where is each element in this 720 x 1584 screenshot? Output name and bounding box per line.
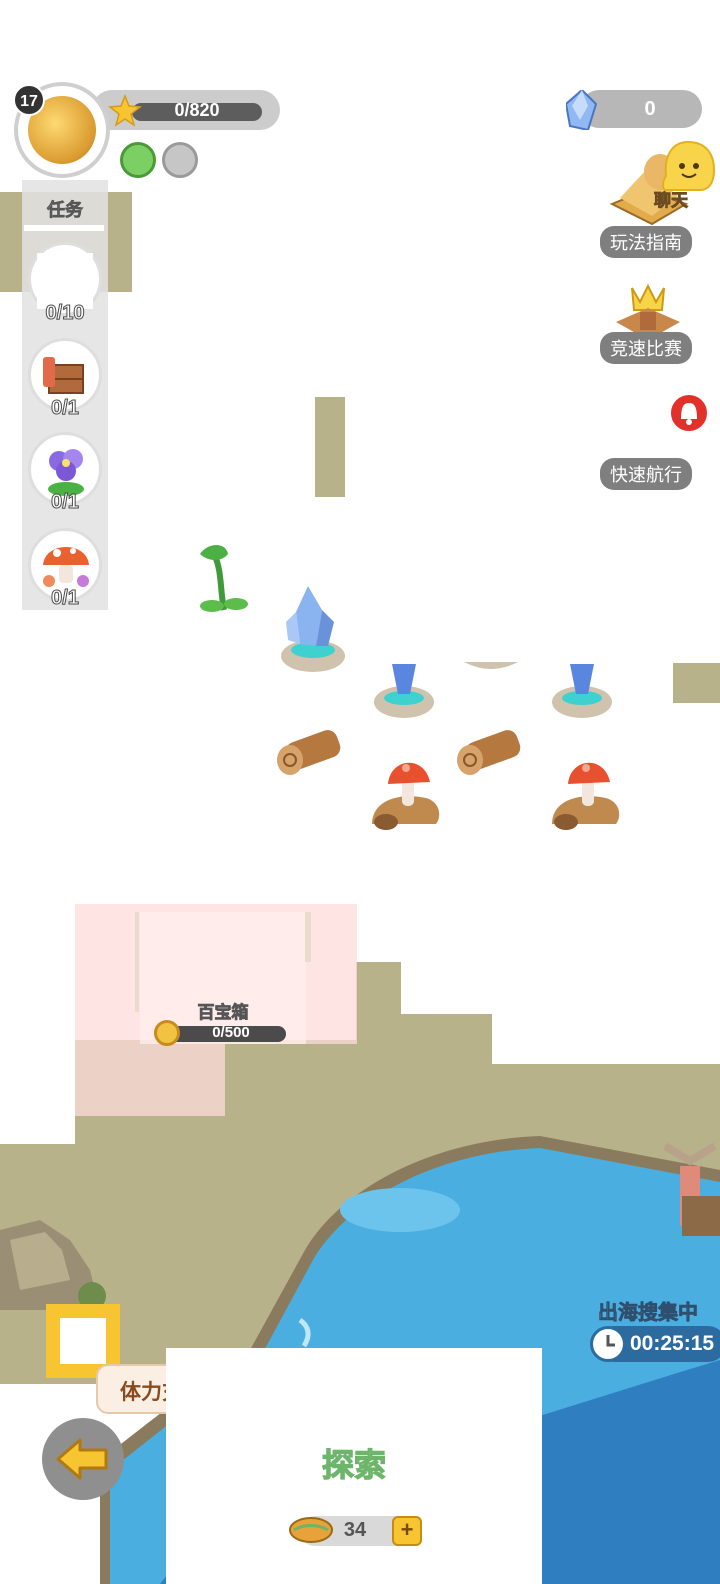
- green-buff-icon[interactable]: [120, 142, 156, 178]
- terrain-strip: [315, 397, 345, 497]
- clock-icon: [590, 1326, 626, 1362]
- treasure-progress-text: 0/500: [212, 1024, 250, 1041]
- gem-count: 0: [644, 98, 656, 120]
- terrain-right-patch: [673, 663, 720, 703]
- treasure-zone-lower: [75, 1044, 225, 1116]
- stone-base-icon: [464, 662, 518, 669]
- arrow-left-icon: [56, 1438, 108, 1480]
- fast-sail-label[interactable]: 快速航行: [600, 458, 692, 490]
- treasure-zone-post: [135, 912, 139, 1012]
- chat-label[interactable]: 聊天: [654, 186, 689, 211]
- add-energy-button[interactable]: +: [392, 1516, 422, 1546]
- task-count: 0/1: [51, 491, 80, 514]
- task-count: 0/10: [45, 302, 85, 325]
- task-title-underline: [24, 225, 104, 231]
- log-icon[interactable]: [452, 726, 524, 778]
- star-icon: [108, 94, 142, 127]
- explore-button[interactable]: 探索: [166, 1440, 542, 1486]
- sprout-plant-icon[interactable]: [194, 540, 254, 616]
- crystal-small-icon[interactable]: [372, 664, 436, 722]
- race-label[interactable]: 竞速比赛: [600, 332, 692, 364]
- treasure-zone-post: [305, 912, 311, 962]
- leaf-energy-icon: [289, 1517, 333, 1543]
- gray-buff-icon[interactable]: [162, 142, 198, 178]
- blank-task-icon: [37, 253, 93, 309]
- wood-crate-icon: [43, 357, 84, 394]
- dock-post-icon: [662, 1142, 720, 1236]
- coin-icon: [154, 1020, 180, 1046]
- gem-icon: [566, 90, 598, 130]
- xp-text: 0/820: [174, 100, 220, 120]
- back-button[interactable]: [42, 1418, 124, 1500]
- task-title[interactable]: 任务: [22, 196, 108, 222]
- guide-label[interactable]: 玩法指南: [600, 226, 692, 258]
- mushroom-log-icon[interactable]: [546, 752, 626, 832]
- bell-icon[interactable]: [668, 392, 710, 434]
- sea-status-title: 出海搜集中: [598, 1302, 699, 1325]
- log-icon[interactable]: [272, 726, 344, 778]
- task-count: 0/1: [51, 587, 80, 610]
- energy-count: 34: [343, 1519, 367, 1541]
- crystal-small-icon[interactable]: [550, 664, 614, 722]
- mushroom-log-icon[interactable]: [366, 752, 446, 832]
- treasure-chest-label: 百宝箱: [197, 1003, 249, 1023]
- task-count: 0/1: [51, 397, 80, 420]
- level-badge: 17: [13, 84, 45, 116]
- sea-timer-text: 00:25:15: [630, 1332, 715, 1355]
- crystal-icon[interactable]: [278, 582, 348, 676]
- clock-hands-icon: [606, 1335, 615, 1347]
